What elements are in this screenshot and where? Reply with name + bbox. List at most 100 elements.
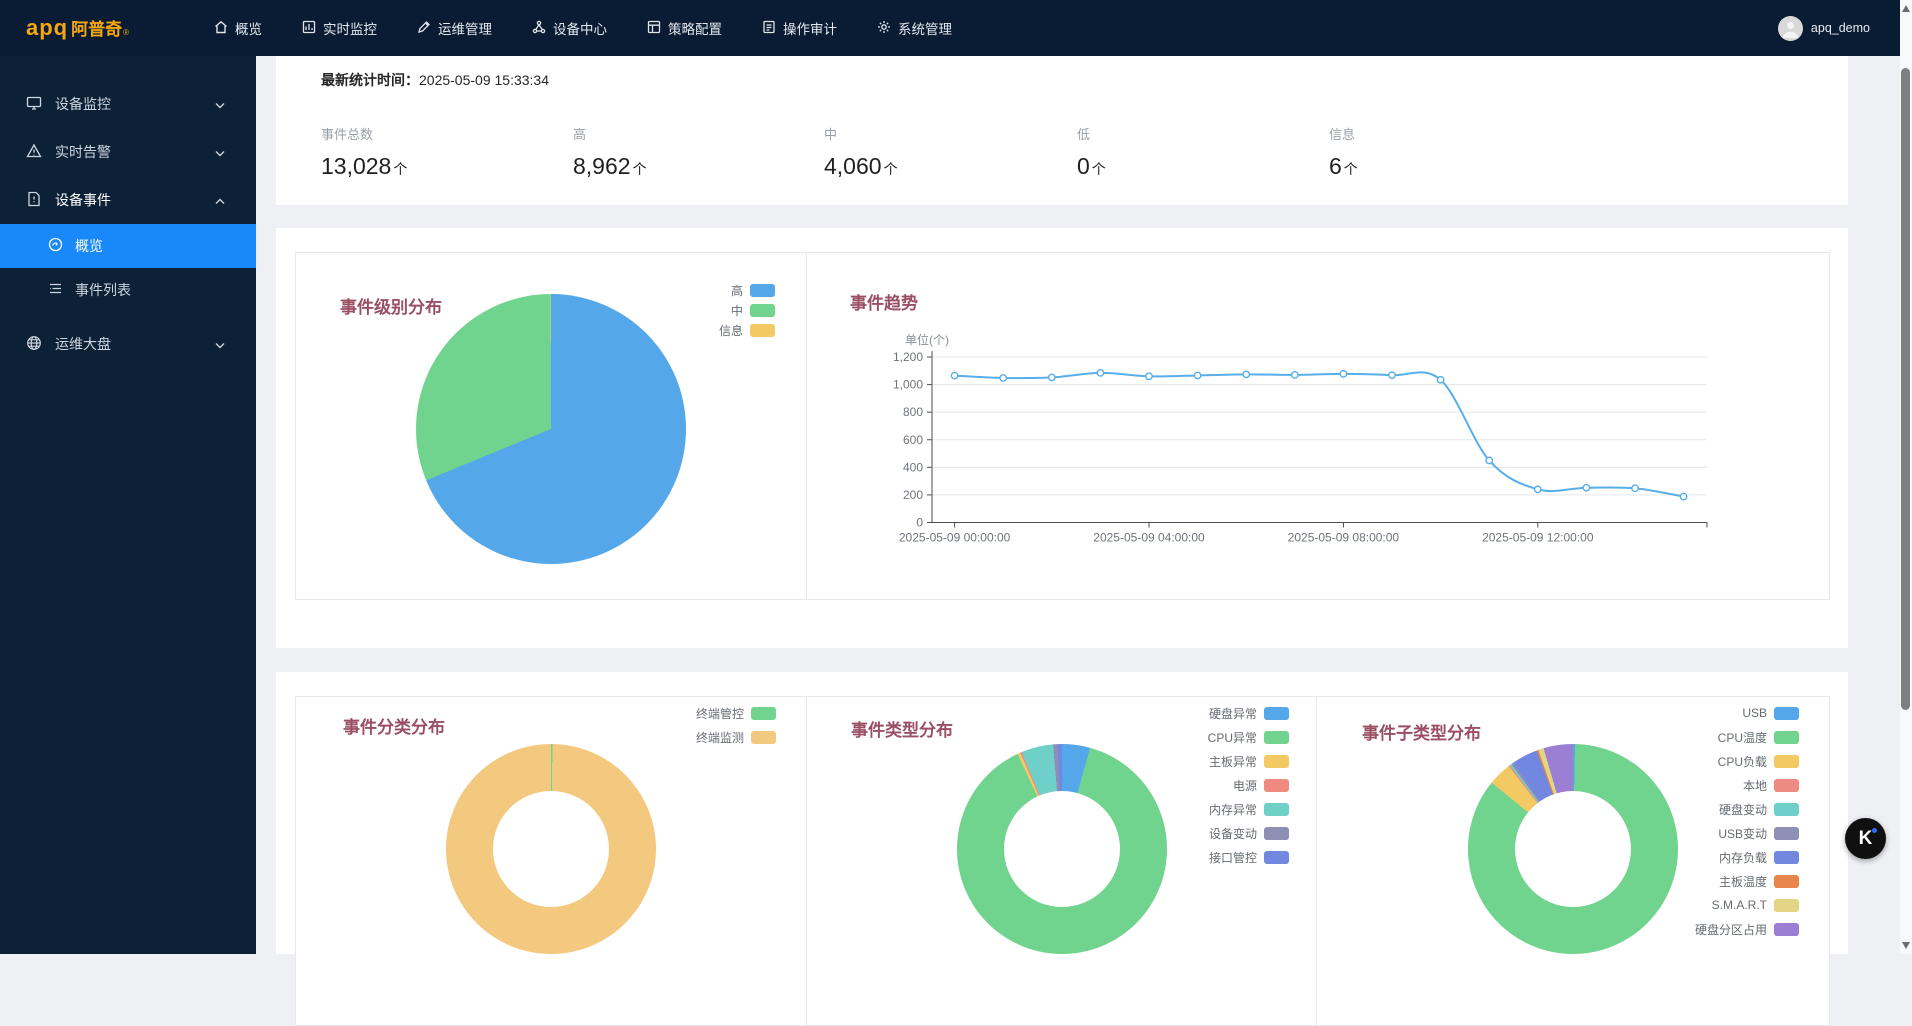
nav-item-overview[interactable]: 概览	[214, 0, 262, 56]
nav-item-device-center[interactable]: 设备中心	[532, 0, 607, 56]
legend-label: CPU异常	[1208, 729, 1257, 746]
stats-panel: 最新统计时间：2025-05-09 15:33:34 事件总数 13,028个 …	[276, 56, 1848, 205]
sidebar-item-device-events[interactable]: 设备事件	[0, 176, 256, 224]
scroll-up-arrow[interactable]	[1902, 5, 1910, 12]
event-subtype-legend: USB CPU温度CPU负载本地硬盘变动 USB变动内存负载主板温度S.M.A.R.…	[1695, 701, 1799, 941]
stat-unit: 个	[884, 161, 898, 177]
monitor-icon	[26, 95, 55, 114]
event-subtype-donut-chart[interactable]	[1468, 744, 1678, 954]
chart-title-event-subtype: 事件子类型分布	[1362, 719, 1481, 744]
gear-icon	[877, 20, 891, 37]
stat-value: 8,962	[573, 153, 631, 179]
legend-item[interactable]: 接口管控	[1208, 845, 1289, 869]
nav-item-system-management[interactable]: 系统管理	[877, 0, 952, 56]
legend-item[interactable]: 内存异常	[1208, 797, 1289, 821]
legend-item[interactable]: S.M.A.R.T	[1695, 893, 1799, 917]
logo-chinese: 阿普奇	[71, 15, 122, 40]
svg-text:600: 600	[903, 433, 923, 447]
fab-label: K	[1859, 828, 1873, 850]
legend-item[interactable]: 硬盘异常	[1208, 701, 1289, 725]
sidebar: 设备监控 实时告警 设备事件 概览 事件列表 运维大盘	[0, 56, 256, 954]
legend-item[interactable]: 主板温度	[1695, 869, 1799, 893]
legend-item[interactable]: 终端监测	[696, 725, 776, 749]
brand-logo[interactable]: apq阿普奇®	[26, 15, 154, 41]
nav-item-label: 概览	[235, 18, 262, 38]
sidebar-subitem-event-list[interactable]: 事件列表	[0, 268, 256, 312]
sidebar-item-device-monitor[interactable]: 设备监控	[0, 80, 256, 128]
legend-item[interactable]: 电源	[1208, 773, 1289, 797]
nav-item-audit[interactable]: 操作审计	[762, 0, 837, 56]
legend-item[interactable]: 终端管控	[696, 701, 776, 725]
stat-label: 高	[573, 124, 647, 143]
legend-swatch	[1774, 731, 1799, 744]
legend-label: 终端监测	[696, 729, 744, 746]
user-menu[interactable]: apq_demo	[1778, 16, 1870, 41]
chart-title-event-category: 事件分类分布	[343, 713, 445, 738]
legend-item[interactable]: 高	[719, 280, 775, 300]
legend-swatch	[1264, 851, 1289, 864]
event-level-section: 事件级别分布 高中信息	[296, 253, 806, 599]
event-type-donut-chart[interactable]	[957, 744, 1167, 954]
legend-label: 设备变动	[1209, 825, 1257, 842]
scroll-down-arrow[interactable]	[1902, 942, 1910, 949]
legend-item[interactable]: CPU异常	[1208, 725, 1289, 749]
legend-swatch	[1264, 827, 1289, 840]
nav-item-policy-config[interactable]: 策略配置	[647, 0, 722, 56]
fab-blue-dot	[1872, 828, 1877, 833]
alert-triangle-icon	[26, 143, 55, 162]
legend-label: USB变动	[1718, 825, 1767, 842]
legend-item[interactable]: USB	[1695, 701, 1799, 725]
legend-swatch	[1264, 731, 1289, 744]
sidebar-item-label: 设备监控	[55, 94, 111, 114]
nav-item-realtime-monitor[interactable]: 实时监控	[302, 0, 377, 56]
legend-item[interactable]: 硬盘分区占用	[1695, 917, 1799, 941]
sidebar-subitem-overview[interactable]: 概览	[0, 224, 256, 268]
stat-low: 低 0个	[1077, 124, 1106, 180]
pen-icon	[417, 20, 431, 37]
event-level-pie-chart[interactable]	[416, 294, 686, 564]
legend-label: USB	[1742, 706, 1767, 720]
sidebar-item-realtime-alerts[interactable]: 实时告警	[0, 128, 256, 176]
k-assistant-floating-button[interactable]: K	[1845, 818, 1886, 859]
stat-label: 低	[1077, 124, 1106, 143]
gauge-icon	[48, 237, 75, 255]
sidebar-subitem-label: 事件列表	[75, 280, 131, 300]
nav-item-ops-management[interactable]: 运维管理	[417, 0, 492, 56]
legend-label: 内存负载	[1719, 849, 1767, 866]
stat-unit: 个	[1344, 161, 1358, 177]
legend-swatch	[1774, 875, 1799, 888]
legend-swatch	[1774, 899, 1799, 912]
sidebar-item-ops-dashboard[interactable]: 运维大盘	[0, 320, 256, 368]
legend-item[interactable]: CPU负载	[1695, 749, 1799, 773]
legend-item[interactable]: 信息	[719, 320, 775, 340]
stat-unit: 个	[393, 161, 407, 177]
event-category-donut-chart[interactable]	[446, 744, 656, 954]
legend-item[interactable]: CPU温度	[1695, 725, 1799, 749]
chart-title-event-level: 事件级别分布	[340, 293, 442, 318]
event-trend-line-chart[interactable]: 02004006008001,0001,2002025-05-09 00:00:…	[807, 253, 1831, 563]
legend-item[interactable]: USB变动	[1695, 821, 1799, 845]
legend-item[interactable]: 主板异常	[1208, 749, 1289, 773]
legend-item[interactable]: 本地	[1695, 773, 1799, 797]
vertical-scrollbar[interactable]	[1900, 0, 1912, 954]
stat-medium: 中 4,060个	[824, 124, 898, 180]
legend-item[interactable]: 硬盘变动	[1695, 797, 1799, 821]
nav-item-label: 实时监控	[323, 18, 377, 38]
legend-swatch	[1264, 707, 1289, 720]
svg-text:2025-05-09 12:00:00: 2025-05-09 12:00:00	[1482, 531, 1594, 545]
monitor-chart-icon	[302, 20, 316, 37]
charts-row-2-card: 事件分类分布 终端管控终端监测 事件类型分布 硬盘异常CPU异常主板异常电源内存…	[295, 696, 1830, 1026]
legend-item[interactable]: 设备变动	[1208, 821, 1289, 845]
list-icon	[48, 281, 75, 299]
policy-grid-icon	[647, 20, 661, 37]
legend-item[interactable]: 中	[719, 300, 775, 320]
stat-info: 信息 6个	[1329, 124, 1358, 180]
donut-hole	[1004, 791, 1120, 907]
legend-swatch	[750, 284, 775, 297]
chart-title-event-type: 事件类型分布	[851, 716, 953, 741]
legend-item[interactable]: 内存负载	[1695, 845, 1799, 869]
legend-swatch	[750, 324, 775, 337]
nav-item-label: 策略配置	[668, 18, 722, 38]
scrollbar-thumb[interactable]	[1901, 68, 1910, 710]
chevron-down-icon	[215, 144, 238, 160]
